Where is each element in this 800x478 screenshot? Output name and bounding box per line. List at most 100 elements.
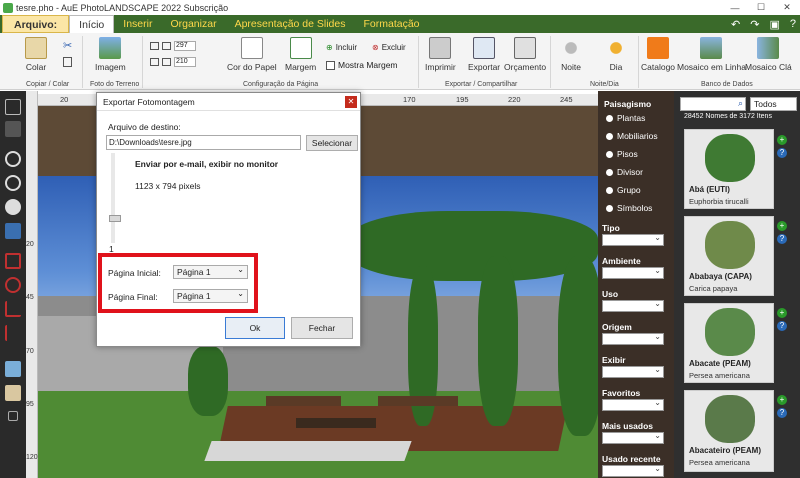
zoom-in-icon[interactable] <box>5 151 21 167</box>
filter-dropdown[interactable] <box>602 299 664 312</box>
search-icon[interactable]: ⌕ <box>738 98 743 109</box>
print-button[interactable]: Imprimir <box>425 37 456 72</box>
budget-button[interactable]: Orçamento <box>504 37 546 72</box>
filter-dropdown[interactable] <box>602 266 664 279</box>
day-button[interactable]: Dia <box>605 37 627 72</box>
category-grupo[interactable]: Grupo <box>606 185 641 195</box>
library-filter-select[interactable]: Todos <box>750 97 797 111</box>
polyline-icon[interactable] <box>5 301 21 317</box>
category-simbolos[interactable]: Símbolos <box>606 203 652 213</box>
add-icon[interactable]: + <box>777 135 787 145</box>
copy-icon[interactable] <box>63 57 72 67</box>
brush-icon[interactable] <box>5 385 21 401</box>
eyedropper-icon[interactable] <box>5 361 21 377</box>
paste-button[interactable]: Colar <box>25 37 47 72</box>
page-height-icon <box>162 58 171 66</box>
minimize-icon[interactable]: — <box>722 0 748 15</box>
close-button[interactable]: Fechar <box>291 317 353 339</box>
zoom-out-icon[interactable] <box>5 175 21 191</box>
width-input[interactable]: 297 <box>174 41 196 51</box>
library-search-input[interactable]: ⌕ <box>680 97 746 111</box>
select-arrow-icon[interactable] <box>5 99 21 115</box>
add-icon[interactable]: + <box>777 221 787 231</box>
save-icon[interactable]: ▣ <box>769 18 779 31</box>
category-pisos[interactable]: Pisos <box>606 149 638 159</box>
export-icon <box>473 37 496 59</box>
printer-icon <box>429 37 452 59</box>
ellipse-icon[interactable] <box>5 277 21 293</box>
scale-slider-thumb[interactable] <box>109 215 121 222</box>
plant-card[interactable]: Abá (EUTI) Euphorbia tirucalli <box>684 129 774 209</box>
destination-input[interactable]: D:\Downloads\tesre.jpg <box>106 135 301 150</box>
hand-pan-icon[interactable] <box>5 121 21 137</box>
undo-icon[interactable]: ↶ <box>731 18 740 31</box>
filter-dropdown[interactable] <box>602 464 664 477</box>
menu-formatacao[interactable]: Formatação <box>354 15 428 33</box>
plant-card[interactable]: Abacateiro (PEAM) Persea americana <box>684 390 774 472</box>
filter-dropdown[interactable] <box>602 365 664 378</box>
exclude-button[interactable]: ⊗ Excluir <box>372 43 406 52</box>
curve-icon[interactable] <box>5 325 21 341</box>
plant-card[interactable]: Abacate (PEAM) Persea americana <box>684 303 774 383</box>
night-button[interactable]: Noite <box>560 37 582 72</box>
maximize-icon[interactable]: ☐ <box>748 0 774 15</box>
category-divisor[interactable]: Divisor <box>606 167 643 177</box>
filter-dropdown[interactable] <box>602 332 664 345</box>
add-icon[interactable]: + <box>777 308 787 318</box>
info-icon[interactable]: ? <box>777 321 787 331</box>
view-icon[interactable] <box>5 223 21 239</box>
menu-apresentacao[interactable]: Apresentação de Slides <box>226 15 355 33</box>
paper-color-button[interactable]: Cor do Papel <box>227 37 277 72</box>
app-icon <box>3 2 13 13</box>
filter-origem: Origem <box>602 322 664 345</box>
category-mobiliarios[interactable]: Mobiliarios <box>606 131 658 141</box>
page-icon <box>150 42 159 50</box>
cut-icon[interactable]: ✂ <box>63 39 72 52</box>
menu-file[interactable]: Arquivo: <box>2 15 70 33</box>
include-button[interactable]: ⊕ Incluir <box>326 43 357 52</box>
plant-thumbnail <box>705 221 755 269</box>
filter-mais-usados: Mais usados <box>602 421 664 444</box>
vine-column <box>558 256 598 436</box>
image-button[interactable]: Imagem <box>95 37 126 72</box>
mosaic-line-button[interactable]: Mosaico em Linha <box>677 37 746 72</box>
category-plantas[interactable]: Plantas <box>606 113 645 123</box>
shrub <box>188 346 228 416</box>
mosaic-cla-button[interactable]: Mosaico Clá <box>745 37 792 72</box>
export-button[interactable]: Exportar <box>468 37 500 72</box>
image-icon <box>99 37 122 59</box>
filter-dropdown[interactable] <box>602 398 664 411</box>
info-icon[interactable]: ? <box>777 234 787 244</box>
catalog-button[interactable]: Catalogo <box>641 37 675 72</box>
help-icon[interactable]: ? <box>790 18 796 30</box>
redo-icon[interactable]: ↷ <box>750 18 759 31</box>
title-bar: tesre.pho - AuE PhotoLANDSCAPE 2022 Subs… <box>0 0 800 15</box>
info-icon[interactable]: ? <box>777 408 787 418</box>
dialog-close-icon[interactable]: ✕ <box>345 96 357 108</box>
rectangle-icon[interactable] <box>5 253 21 269</box>
show-margin-checkbox[interactable]: Mostra Margem <box>326 60 398 70</box>
ok-button[interactable]: Ok <box>225 317 285 339</box>
menu-inicio[interactable]: Início <box>69 15 115 33</box>
zoom-fit-icon[interactable] <box>5 199 21 215</box>
filter-dropdown[interactable] <box>602 431 664 444</box>
select-button[interactable]: Selecionar <box>306 135 358 151</box>
menu-inserir[interactable]: Inserir <box>114 15 161 33</box>
filter-dropdown[interactable] <box>602 233 664 246</box>
stone-path <box>204 441 412 461</box>
add-icon[interactable]: + <box>777 395 787 405</box>
height-row: 210 <box>150 57 196 67</box>
height-input[interactable]: 210 <box>174 57 196 67</box>
menu-organizar[interactable]: Organizar <box>161 15 225 33</box>
highlight-box <box>98 253 258 313</box>
checkbox-icon <box>326 60 335 70</box>
filter-uso: Uso <box>602 289 664 312</box>
color-swatch-icon[interactable] <box>8 411 18 421</box>
margin-button[interactable]: Margem <box>285 37 316 72</box>
close-icon[interactable]: ✕ <box>774 0 800 15</box>
plant-card[interactable]: Ababaya (CAPA) Carica papaya <box>684 216 774 296</box>
sun-icon <box>605 37 627 59</box>
page-width-icon <box>162 42 171 50</box>
info-icon[interactable]: ? <box>777 148 787 158</box>
plant-thumbnail <box>705 134 755 182</box>
